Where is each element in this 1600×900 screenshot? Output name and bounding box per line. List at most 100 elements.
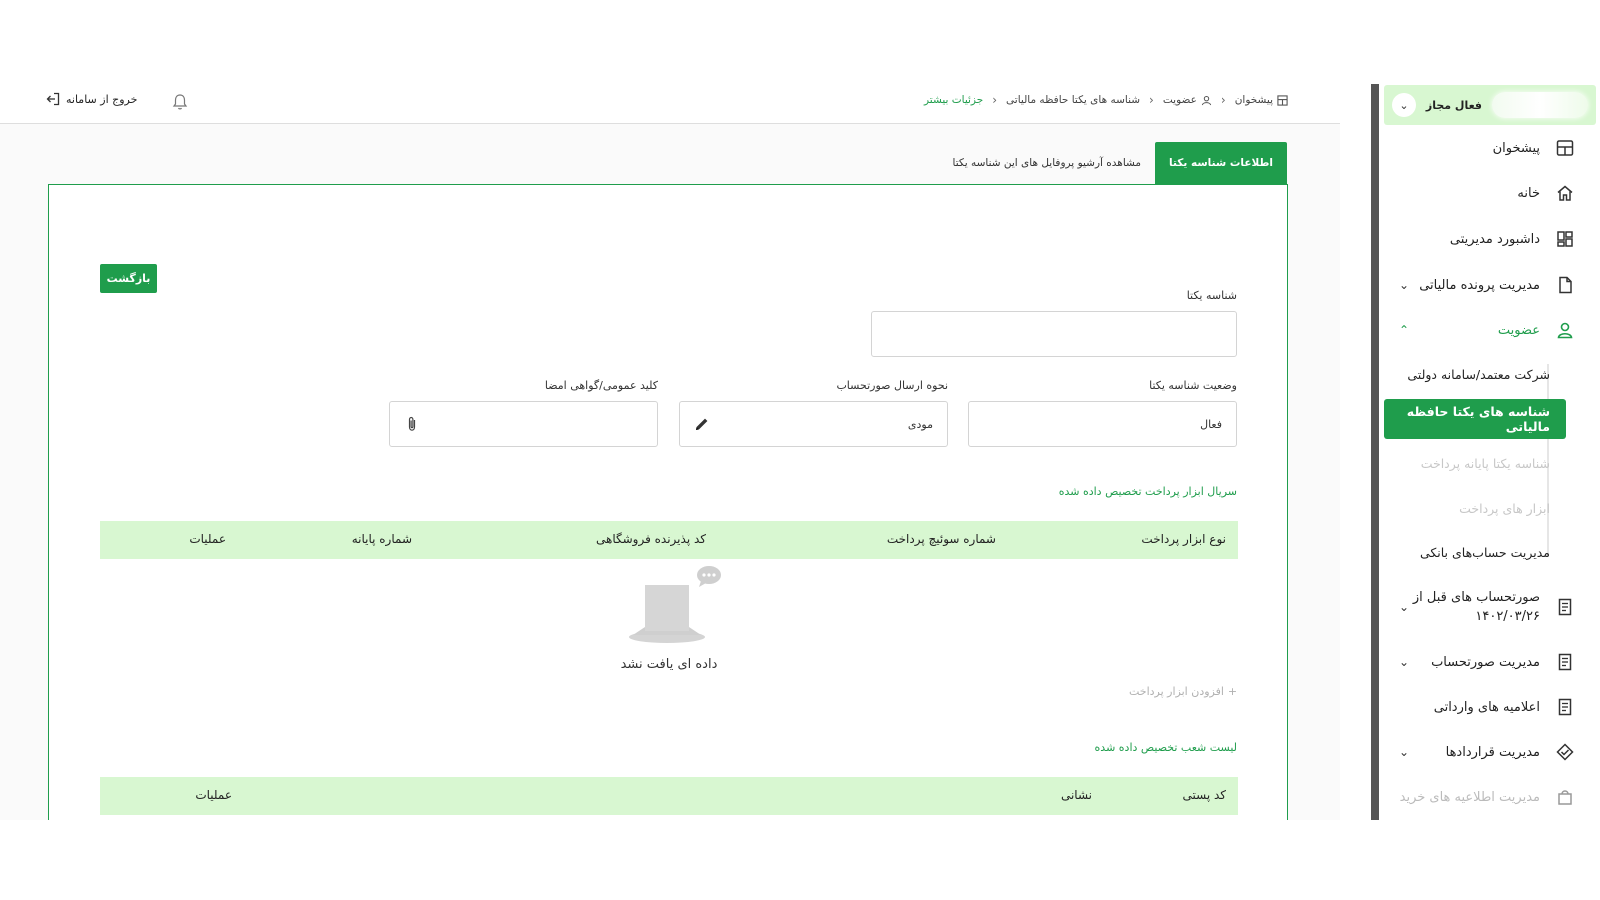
user-icon — [1554, 319, 1576, 341]
column-header: عملیات — [195, 788, 232, 802]
chevron-left-icon: ‹ — [1149, 93, 1154, 107]
branches-section-title: لیست شعب تخصیص داده شده — [1094, 741, 1237, 754]
sidebar-subitem-terminal-id: شناسه یکتا پایانه پرداخت — [1420, 455, 1550, 471]
column-header: کد پذیرنده فروشگاهی — [596, 532, 706, 546]
sidebar-item-label: داشبورد مدیریتی — [1449, 231, 1540, 247]
branches-table-header: کد پستی نشانی عملیات — [100, 777, 1238, 815]
sidebar-item-label: صورتحساب های قبل از ۱۴۰۲/۰۳/۲۶ — [1413, 588, 1540, 626]
breadcrumb-label: عضویت — [1162, 94, 1197, 106]
sidebar-subitem-bank-accounts[interactable]: مدیریت حساب‌های بانکی — [1384, 532, 1566, 572]
details-panel: بازگشت شناسه یکتا وضعیت شناسه یکتا فعال … — [48, 184, 1288, 820]
sidebar-item-label-line1: صورتحساب های قبل از — [1412, 590, 1540, 605]
breadcrumb: پیشخوان ‹ عضویت ‹ شناسه های یکتا حافظه م… — [924, 93, 1288, 107]
tab-unique-id-info[interactable]: اطلاعات شناسه یکتا — [1155, 142, 1287, 184]
edit-icon[interactable] — [694, 416, 710, 432]
sidebar-item-home[interactable]: خانه — [1371, 173, 1600, 213]
chevron-down-icon: ⌄ — [1399, 599, 1410, 614]
chevron-up-icon: ⌃ — [1399, 323, 1410, 337]
sidebar-item-membership[interactable]: عضویت ⌃ — [1371, 310, 1600, 350]
invoice-icon — [1554, 651, 1576, 673]
back-button[interactable]: بازگشت — [100, 264, 157, 293]
sidebar-item-old-invoices[interactable]: صورتحساب های قبل از ۱۴۰۲/۰۳/۲۶ ⌄ — [1371, 584, 1600, 630]
invoice-icon — [1554, 596, 1576, 618]
paperclip-icon[interactable] — [404, 416, 420, 432]
unique-id-label: شناسه یکتا — [1186, 289, 1237, 302]
sidebar-item-management-dashboard[interactable]: داشبورد مدیریتی — [1371, 219, 1600, 259]
logout-icon — [46, 92, 60, 106]
chevron-down-icon: ⌄ — [1399, 745, 1410, 759]
user-icon — [1201, 95, 1212, 105]
dashboard-icon — [1554, 137, 1576, 159]
sidebar-item-invoice-management[interactable]: مدیریت صورتحساب ⌄ — [1371, 642, 1600, 682]
sidebar-item-label: مدیریت پرونده مالیاتی — [1419, 277, 1540, 293]
sidebar-item-dashboard[interactable]: پیشخوان — [1371, 128, 1600, 168]
bell-icon[interactable] — [172, 93, 188, 111]
send-method-field[interactable]: مودی — [679, 401, 948, 447]
chevron-down-icon: ⌄ — [1399, 278, 1410, 292]
column-header: نوع ابزار پرداخت — [1141, 532, 1226, 546]
sidebar-subitem-unique-ids[interactable]: شناسه های یکتا حافظه مالیاتی — [1384, 399, 1566, 439]
status-value: فعال — [1200, 417, 1222, 431]
sidebar-item-label: مدیریت قراردادها — [1445, 744, 1540, 760]
user-name: فعال مجاز — [1425, 98, 1482, 112]
empty-state-text: داده ای یافت نشد — [620, 657, 718, 672]
column-header: عملیات — [189, 532, 226, 546]
chevron-down-icon[interactable]: ⌄ — [1392, 93, 1416, 117]
breadcrumb-label: جزئیات بیشتر — [924, 94, 984, 106]
chevron-left-icon: ‹ — [992, 93, 998, 107]
user-menu[interactable]: فعال مجاز ⌄ — [1384, 85, 1596, 125]
sidebar-item-import-declarations[interactable]: اعلامیه های وارداتی — [1371, 687, 1600, 727]
breadcrumb-label: پیشخوان — [1234, 94, 1273, 106]
logout-label: خروج از سامانه — [66, 92, 138, 106]
plus-icon: + — [1227, 685, 1238, 698]
sidebar-item-label: خانه — [1517, 185, 1540, 201]
sidebar-item-tax-file[interactable]: مدیریت پرونده مالیاتی ⌄ — [1371, 265, 1600, 305]
send-method-label: نحوه ارسال صورتحساب — [836, 379, 948, 392]
send-method-value: مودی — [907, 417, 933, 431]
breadcrumb-item-details: جزئیات بیشتر — [924, 94, 983, 106]
sidebar: فعال مجاز ⌄ پیشخوان خانه داشبورد مدیریتی… — [1371, 84, 1600, 820]
top-bar: پیشخوان ‹ عضویت ‹ شناسه های یکتا حافظه م… — [0, 84, 1340, 124]
file-icon — [1554, 274, 1576, 296]
column-header: شماره سوئیچ پرداخت — [886, 532, 996, 546]
sidebar-item-label: مدیریت صورتحساب — [1431, 654, 1540, 670]
column-header: نشانی — [1060, 788, 1092, 802]
chevron-left-icon: ‹ — [1220, 93, 1226, 107]
invoice-icon — [1554, 696, 1576, 718]
public-key-field[interactable] — [389, 401, 658, 447]
sidebar-item-label-line2: ۱۴۰۲/۰۳/۲۶ — [1475, 609, 1540, 624]
payment-table-header: نوع ابزار پرداخت شماره سوئیچ پرداخت کد پ… — [100, 521, 1238, 559]
payment-section-title: سریال ابزار پرداخت تخصیص داده شده — [1058, 485, 1237, 498]
main-area: پیشخوان ‹ عضویت ‹ شناسه های یکتا حافظه م… — [0, 84, 1340, 820]
sidebar-subitem-payment-tools: ابزار های پرداخت — [1459, 500, 1550, 516]
grid-icon — [1554, 228, 1576, 250]
empty-state-illustration — [629, 566, 721, 643]
tab-bar: اطلاعات شناسه یکتا مشاهده آرشیو پروفایل … — [939, 142, 1287, 184]
column-header: کد پستی — [1182, 788, 1227, 802]
status-field[interactable]: فعال — [968, 401, 1237, 447]
unique-id-field[interactable] — [871, 311, 1237, 357]
breadcrumb-item-unique-ids[interactable]: شناسه های یکتا حافظه مالیاتی — [1006, 94, 1140, 106]
sidebar-item-purchase-notices[interactable]: مدیریت اطلاعیه های خرید — [1371, 777, 1600, 817]
chevron-down-icon: ⌄ — [1399, 655, 1410, 669]
app-frame: پیشخوان ‹ عضویت ‹ شناسه های یکتا حافظه م… — [0, 84, 1600, 820]
sidebar-item-label: عضویت — [1497, 322, 1540, 338]
contract-icon — [1554, 741, 1576, 763]
logout-button[interactable]: خروج از سامانه — [46, 92, 137, 106]
home-icon — [1554, 182, 1576, 204]
status-label: وضعیت شناسه یکتا — [1149, 379, 1237, 392]
public-key-label: کلید عمومی/گواهی امضا — [544, 379, 658, 392]
breadcrumb-label: شناسه های یکتا حافظه مالیاتی — [1006, 94, 1141, 106]
add-payment-tool-label: افزودن ابزار پرداخت — [1129, 685, 1224, 698]
bag-icon — [1554, 786, 1576, 808]
avatar — [1492, 92, 1588, 118]
breadcrumb-item-dashboard[interactable]: پیشخوان — [1235, 94, 1288, 106]
tab-profile-archive[interactable]: مشاهده آرشیو پروفایل های این شناسه یکتا — [939, 142, 1156, 184]
breadcrumb-item-membership[interactable]: عضویت — [1163, 94, 1212, 106]
sidebar-item-label: پیشخوان — [1492, 140, 1540, 156]
add-payment-tool-button[interactable]: + افزودن ابزار پرداخت — [1129, 685, 1237, 698]
sidebar-item-label: مدیریت اطلاعیه های خرید — [1399, 789, 1540, 805]
dashboard-icon — [1277, 94, 1288, 106]
sidebar-item-contracts[interactable]: مدیریت قراردادها ⌄ — [1371, 732, 1600, 772]
sidebar-subitem-trusted-company[interactable]: شرکت معتمد/سامانه دولتی — [1384, 354, 1566, 394]
